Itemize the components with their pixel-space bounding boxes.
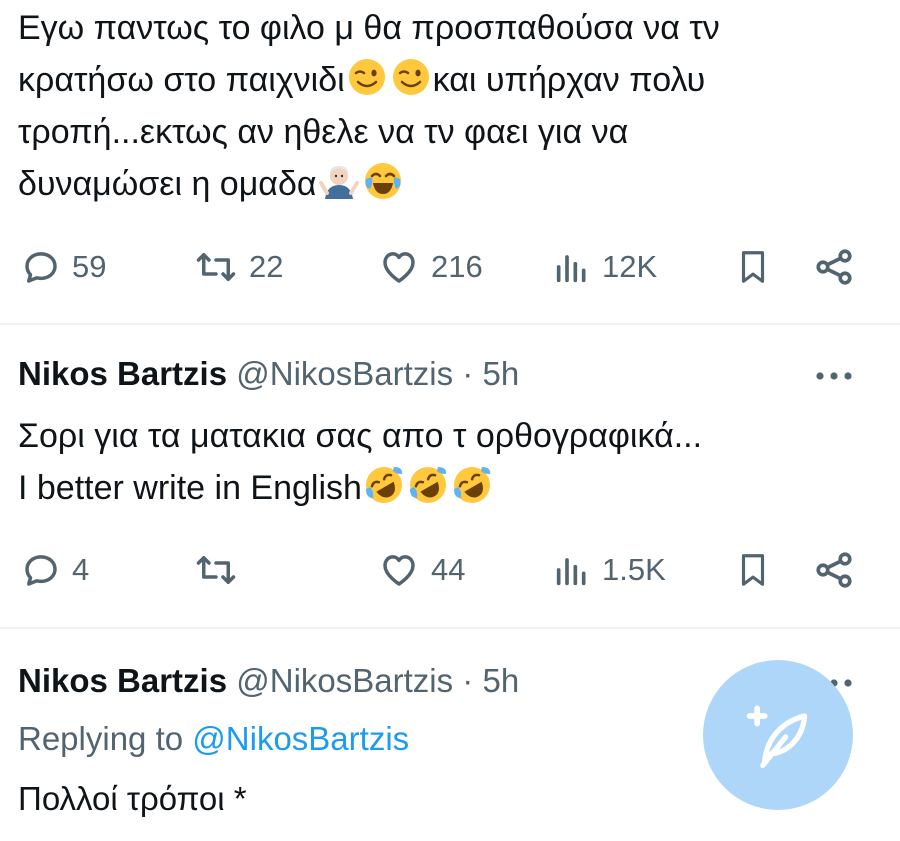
divider: [0, 323, 900, 325]
separator-dot: ·: [462, 662, 474, 699]
share-button[interactable]: [812, 237, 856, 297]
separator-dot: ·: [462, 355, 474, 392]
rolling-on-floor-laughing-emoji: [364, 465, 404, 505]
like-count: 44: [431, 552, 466, 587]
tweet1-text: Εγω παντως το φιλο μ θα προσπαθούσα να τ…: [18, 2, 840, 210]
reply-icon: [25, 252, 57, 283]
more-icon[interactable]: [812, 366, 856, 386]
tweet1-line-3: τροπή...εκτως αν ηθελε να τν φαει για να: [18, 113, 629, 151]
tweet1-line-4: δυναμώσει η ομαδα: [18, 158, 840, 210]
timestamp[interactable]: 5h: [482, 355, 519, 392]
bookmark-button[interactable]: [734, 540, 772, 600]
retweet-icon: [196, 253, 236, 281]
reply-icon: [25, 555, 57, 586]
retweet-count: 22: [249, 249, 284, 284]
replying-to: Replying to @NikosBartzis: [18, 720, 409, 758]
tweet3-header: Nikos Bartzis @NikosBartzis · 5h: [18, 662, 519, 700]
retweet-button[interactable]: [193, 540, 249, 600]
like-count: 216: [431, 249, 483, 284]
tweet2-actions: 4 44 1.5K: [0, 540, 900, 600]
rolling-on-floor-laughing-emoji: [452, 465, 492, 505]
rolling-on-floor-laughing-emoji: [408, 465, 448, 505]
retweet-button[interactable]: 22: [193, 237, 283, 297]
tweet1-line-1: Εγω παντως το φιλο μ θα προσπαθούσα να τ…: [18, 9, 720, 47]
tweet1-line-2a: κρατήσω στο παιχνιδι: [18, 61, 345, 99]
tweet1-line-2: κρατήσω στο παιχνιδι και υπήρχαν πολυ: [18, 54, 840, 106]
like-icon: [383, 555, 415, 586]
winking-face-emoji: [391, 57, 431, 97]
views-count: 12K: [602, 249, 658, 284]
reply-button[interactable]: 4: [20, 540, 89, 600]
author-handle[interactable]: @NikosBartzis: [236, 355, 453, 392]
views-icon: [556, 255, 586, 283]
tweet1-line-2b: και υπήρχαν πολυ: [432, 61, 706, 99]
compose-icon: [746, 705, 808, 769]
tweet2-line-2: I better write in English: [18, 462, 840, 514]
bookmark-button[interactable]: [734, 237, 772, 297]
retweet-icon: [196, 556, 236, 584]
tweet2-line-2-text: I better write in English: [18, 469, 362, 507]
author-name[interactable]: Nikos Bartzis: [18, 355, 227, 392]
tweet2-header: Nikos Bartzis @NikosBartzis · 5h: [18, 355, 519, 393]
share-button[interactable]: [812, 540, 856, 600]
person-shrugging-emoji: [319, 161, 359, 201]
tweet1-actions: 59 22 216 12K: [0, 237, 900, 297]
tweet2-text: Σορι για τα ματακια σας απο τ ορθογραφικ…: [18, 410, 840, 514]
winking-face-emoji: [347, 57, 387, 97]
views-button[interactable]: 12K: [552, 237, 657, 297]
reply-button[interactable]: 59: [20, 237, 106, 297]
reply-count: 59: [72, 249, 107, 284]
bookmark-icon: [741, 251, 765, 283]
timestamp[interactable]: 5h: [482, 662, 519, 699]
tweet2-line-1: Σορι για τα ματακια σας απο τ ορθογραφικ…: [18, 417, 703, 455]
views-icon: [556, 558, 586, 586]
face-with-tears-of-joy-emoji: [363, 161, 403, 201]
author-handle[interactable]: @NikosBartzis: [236, 662, 453, 699]
mention-link[interactable]: @NikosBartzis: [192, 720, 409, 757]
author-name[interactable]: Nikos Bartzis: [18, 662, 227, 699]
share-icon: [816, 249, 852, 285]
views-button[interactable]: 1.5K: [552, 540, 666, 600]
tweet3-text: Πολλοί τρόποι *: [18, 780, 247, 817]
like-icon: [383, 252, 415, 283]
tweet1-line-4-text: δυναμώσει η ομαδα: [18, 165, 317, 203]
views-count: 1.5K: [602, 552, 666, 587]
like-button[interactable]: 44: [377, 540, 465, 600]
replying-to-label: Replying to: [18, 720, 184, 757]
bookmark-icon: [741, 554, 765, 586]
reply-count: 4: [72, 552, 90, 587]
share-icon: [816, 552, 852, 588]
divider: [0, 627, 900, 629]
compose-button[interactable]: [703, 660, 853, 810]
like-button[interactable]: 216: [377, 237, 483, 297]
